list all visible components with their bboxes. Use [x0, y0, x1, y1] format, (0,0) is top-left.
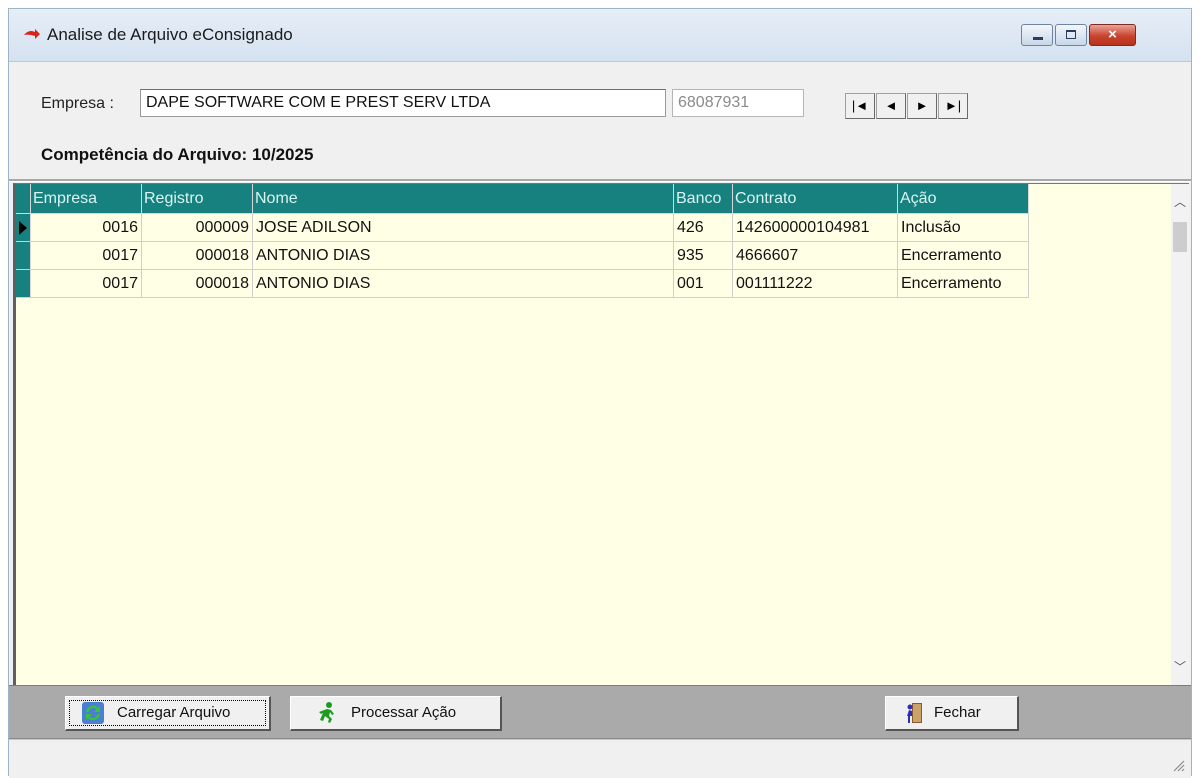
nav-last-button[interactable]: ►|	[938, 93, 968, 119]
cell-nome[interactable]: JOSE ADILSON	[252, 213, 674, 242]
minimize-icon	[1033, 37, 1043, 40]
scroll-down-icon[interactable]: ﹀	[1171, 659, 1189, 675]
header-divider	[9, 179, 1191, 182]
column-header-nome[interactable]: Nome	[252, 184, 674, 214]
scroll-up-icon[interactable]: ︿	[1171, 194, 1189, 210]
cell-banco[interactable]: 935	[673, 241, 733, 270]
cell-registro[interactable]: 000018	[141, 269, 253, 298]
refresh-icon	[82, 702, 104, 724]
cell-nome[interactable]: ANTONIO DIAS	[252, 241, 674, 270]
running-man-icon	[319, 702, 334, 723]
competencia-value: 10/2025	[251, 145, 314, 164]
maximize-icon	[1066, 30, 1076, 39]
close-icon: ×	[1108, 26, 1117, 43]
empresa-code-field[interactable]: 68087931	[672, 89, 804, 117]
empresa-field[interactable]: DAPE SOFTWARE COM E PREST SERV LTDA ...	[140, 89, 666, 117]
cell-contrato[interactable]: 001111222	[732, 269, 898, 298]
cell-contrato[interactable]: 142600000104981	[732, 213, 898, 242]
cell-empresa[interactable]: 0017	[30, 241, 142, 270]
nav-next-button[interactable]: ►	[907, 93, 937, 119]
column-header-contrato[interactable]: Contrato	[732, 184, 898, 214]
column-header-empresa[interactable]: Empresa	[30, 184, 142, 214]
table-row[interactable]: 0017 000018 ANTONIO DIAS 001 001111222 E…	[16, 269, 1029, 298]
cell-empresa[interactable]: 0017	[30, 269, 142, 298]
status-bar	[9, 739, 1191, 778]
button-toolbar: Carregar Arquivo Processar Ação Fechar	[9, 685, 1191, 739]
data-grid[interactable]: Empresa Registro Nome Banco Contrato Açã…	[13, 183, 1189, 685]
empresa-label: Empresa :	[41, 95, 114, 112]
record-navigator: |◄ ◄ ► ►|	[845, 93, 969, 119]
indicator-header	[16, 184, 31, 214]
cell-empresa[interactable]: 0016	[30, 213, 142, 242]
load-file-button[interactable]: Carregar Arquivo	[65, 696, 271, 731]
competencia-line: Competência do Arquivo: 10/2025	[41, 143, 313, 167]
cell-acao[interactable]: Encerramento	[897, 269, 1029, 298]
cell-banco[interactable]: 001	[673, 269, 733, 298]
close-button[interactable]: Fechar	[885, 696, 1019, 731]
row-indicator	[16, 241, 31, 270]
table-row[interactable]: 0016 000009 JOSE ADILSON 426 14260000010…	[16, 213, 1029, 242]
load-file-label: Carregar Arquivo	[117, 704, 231, 721]
door-exit-icon	[907, 703, 922, 723]
app-arrow-icon	[24, 29, 40, 39]
vertical-scrollbar[interactable]: ︿ ﹀	[1171, 184, 1189, 685]
row-indicator	[16, 269, 31, 298]
cell-banco[interactable]: 426	[673, 213, 733, 242]
grid-header-row: Empresa Registro Nome Banco Contrato Açã…	[16, 184, 1029, 214]
scroll-thumb[interactable]	[1173, 222, 1187, 252]
nav-prior-button[interactable]: ◄	[876, 93, 906, 119]
maximize-button[interactable]	[1055, 24, 1087, 46]
cell-nome[interactable]: ANTONIO DIAS	[252, 269, 674, 298]
close-label: Fechar	[934, 704, 981, 721]
current-row-pointer-icon	[19, 221, 27, 235]
title-bar[interactable]: Analise de Arquivo eConsignado ×	[9, 9, 1191, 62]
column-header-banco[interactable]: Banco	[673, 184, 733, 214]
minimize-button[interactable]	[1021, 24, 1053, 46]
grid-table: Empresa Registro Nome Banco Contrato Açã…	[16, 184, 1029, 298]
cell-acao[interactable]: Encerramento	[897, 241, 1029, 270]
cell-registro[interactable]: 000009	[141, 213, 253, 242]
resize-grip-icon[interactable]	[1171, 758, 1185, 772]
table-row[interactable]: 0017 000018 ANTONIO DIAS 935 4666607 Enc…	[16, 241, 1029, 270]
cell-acao[interactable]: Inclusão	[897, 213, 1029, 242]
nav-first-button[interactable]: |◄	[845, 93, 875, 119]
competencia-label: Competência do Arquivo:	[41, 145, 248, 164]
app-window: Analise de Arquivo eConsignado × Empresa…	[8, 8, 1192, 778]
process-action-button[interactable]: Processar Ação	[290, 696, 502, 731]
column-header-acao[interactable]: Ação	[897, 184, 1029, 214]
cell-registro[interactable]: 000018	[141, 241, 253, 270]
window-title: Analise de Arquivo eConsignado	[47, 25, 293, 44]
cell-contrato[interactable]: 4666607	[732, 241, 898, 270]
process-action-label: Processar Ação	[351, 704, 457, 721]
column-header-registro[interactable]: Registro	[141, 184, 253, 214]
row-indicator	[16, 213, 31, 242]
close-window-button[interactable]: ×	[1089, 24, 1136, 46]
empresa-value: DAPE SOFTWARE COM E PREST SERV LTDA	[146, 94, 491, 111]
